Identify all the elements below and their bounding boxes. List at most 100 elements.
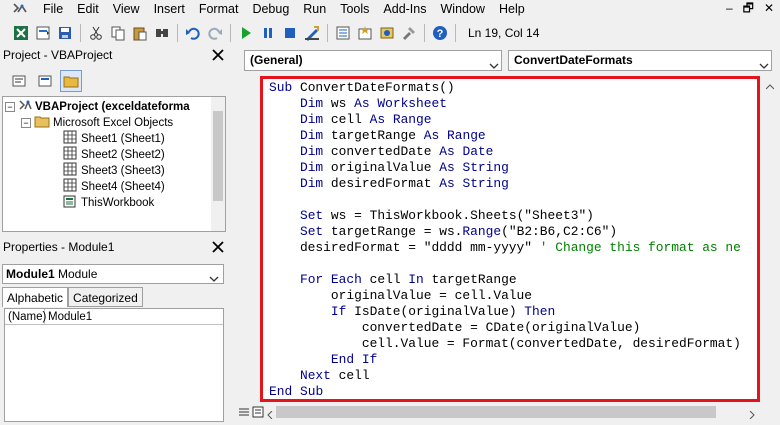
menu-add-ins[interactable]: Add-Ins bbox=[376, 0, 433, 18]
code-line[interactable]: Dim targetRange As Range bbox=[269, 128, 741, 144]
chevron-down-icon[interactable] bbox=[759, 57, 769, 69]
view-code-icon[interactable] bbox=[8, 70, 30, 92]
menu-edit[interactable]: Edit bbox=[70, 0, 106, 18]
break-icon[interactable] bbox=[257, 22, 279, 44]
menu-debug[interactable]: Debug bbox=[245, 0, 296, 18]
procedure-combo[interactable]: ConvertDateFormats bbox=[508, 50, 772, 71]
scroll-up-icon[interactable] bbox=[765, 80, 775, 90]
object-browser-icon[interactable] bbox=[376, 22, 398, 44]
save-icon[interactable] bbox=[54, 22, 76, 44]
procedure-view-icon[interactable] bbox=[238, 406, 250, 421]
code-editor[interactable]: Sub ConvertDateFormats() Dim ws As Works… bbox=[260, 76, 760, 402]
code-line[interactable]: For Each cell In targetRange bbox=[269, 272, 741, 288]
chevron-down-icon[interactable] bbox=[489, 57, 499, 69]
cut-icon[interactable] bbox=[85, 22, 107, 44]
tab-alphabetic[interactable]: Alphabetic bbox=[2, 287, 69, 307]
close-button[interactable]: ✕ bbox=[764, 0, 774, 16]
help-icon[interactable]: ? bbox=[429, 22, 451, 44]
tree-item-vbaproject[interactable]: − VBAProject (exceldateforma bbox=[5, 99, 190, 115]
svg-text:?: ? bbox=[437, 28, 444, 40]
paste-icon[interactable] bbox=[129, 22, 151, 44]
scrollbar-thumb[interactable] bbox=[213, 111, 223, 201]
toolbar-separator bbox=[327, 24, 328, 42]
reset-icon[interactable] bbox=[279, 22, 301, 44]
scrollbar-thumb[interactable] bbox=[276, 406, 716, 418]
code-lines[interactable]: Sub ConvertDateFormats() Dim ws As Works… bbox=[269, 80, 741, 399]
run-icon[interactable] bbox=[235, 22, 257, 44]
undo-icon[interactable] bbox=[182, 22, 204, 44]
code-line[interactable]: convertedDate = CDate(originalValue) bbox=[269, 320, 741, 336]
code-line[interactable]: Dim convertedDate As Date bbox=[269, 144, 741, 160]
toolbar-separator bbox=[424, 24, 425, 42]
object-combo[interactable]: (General) bbox=[244, 50, 502, 71]
tree-item-sheet4[interactable]: Sheet4 (Sheet4) bbox=[63, 178, 165, 195]
toggle-folders-icon[interactable] bbox=[60, 70, 82, 92]
tree-item-sheet1[interactable]: Sheet1 (Sheet1) bbox=[63, 130, 165, 147]
tree-item-excel-objects[interactable]: − Microsoft Excel Objects bbox=[21, 115, 173, 131]
copy-icon[interactable] bbox=[107, 22, 129, 44]
excel-view-icon[interactable] bbox=[10, 22, 32, 44]
code-line[interactable]: Next cell bbox=[269, 368, 741, 384]
code-line[interactable]: desiredFormat = "dddd mm-yyyy" ' Change … bbox=[269, 240, 741, 256]
menu-window[interactable]: Window bbox=[434, 0, 492, 18]
view-object-icon[interactable] bbox=[34, 70, 56, 92]
menu-file[interactable]: File bbox=[36, 0, 70, 18]
menu-insert[interactable]: Insert bbox=[147, 0, 192, 18]
project-pane-title-text: Project - VBAProject bbox=[3, 48, 113, 62]
code-line[interactable]: ​ bbox=[269, 192, 741, 208]
redo-icon[interactable] bbox=[204, 22, 226, 44]
project-explorer-icon[interactable] bbox=[332, 22, 354, 44]
code-line[interactable]: Set ws = ThisWorkbook.Sheets("Sheet3") bbox=[269, 208, 741, 224]
menu-view[interactable]: View bbox=[106, 0, 147, 18]
toolbox-icon[interactable] bbox=[398, 22, 420, 44]
code-line[interactable]: ​ bbox=[269, 256, 741, 272]
toolbar-separator bbox=[80, 24, 81, 42]
toolbar-separator bbox=[455, 24, 456, 42]
tree-item-label: VBAProject (exceldateforma bbox=[35, 101, 190, 113]
code-line[interactable]: Dim originalValue As String bbox=[269, 160, 741, 176]
menu-help[interactable]: Help bbox=[492, 0, 532, 18]
tree-item-sheet3[interactable]: Sheet3 (Sheet3) bbox=[63, 162, 165, 179]
scroll-right-icon[interactable] bbox=[748, 408, 756, 420]
menu-format[interactable]: Format bbox=[192, 0, 246, 18]
tree-item-thisworkbook[interactable]: ThisWorkbook bbox=[63, 195, 154, 211]
find-icon[interactable] bbox=[151, 22, 173, 44]
code-line[interactable]: Dim desiredFormat As String bbox=[269, 176, 741, 192]
code-line[interactable]: Dim ws As Worksheet bbox=[269, 96, 741, 112]
minimize-button[interactable]: – bbox=[726, 0, 733, 16]
collapse-icon[interactable]: − bbox=[21, 118, 31, 128]
code-line[interactable]: cell.Value = Format(convertedDate, desir… bbox=[269, 336, 741, 352]
tab-categorized[interactable]: Categorized bbox=[68, 287, 143, 307]
code-vertical-scrollbar[interactable] bbox=[762, 76, 778, 402]
tree-item-label: Sheet1 (Sheet1) bbox=[81, 133, 165, 145]
code-line[interactable]: End Sub bbox=[269, 384, 741, 399]
property-value[interactable]: Module1 bbox=[45, 309, 92, 324]
insert-module-icon[interactable] bbox=[32, 22, 54, 44]
chevron-down-icon[interactable] bbox=[209, 270, 219, 288]
restore-button[interactable]: 🗗 bbox=[743, 0, 754, 16]
property-row[interactable]: (Name) Module1 bbox=[5, 309, 223, 325]
scroll-left-icon[interactable] bbox=[266, 408, 274, 420]
design-mode-icon[interactable] bbox=[301, 22, 323, 44]
properties-window-icon[interactable] bbox=[354, 22, 376, 44]
code-line[interactable]: Set targetRange = ws.Range("B2:B6,C2:C6"… bbox=[269, 224, 741, 240]
full-module-view-icon[interactable] bbox=[252, 406, 264, 421]
properties-object-select[interactable]: Module1 Module bbox=[2, 264, 224, 284]
code-line[interactable]: Sub ConvertDateFormats() bbox=[269, 80, 741, 96]
collapse-icon[interactable]: − bbox=[5, 102, 15, 112]
code-line[interactable]: End If bbox=[269, 352, 741, 368]
vba-app-icon[interactable] bbox=[12, 2, 28, 16]
close-icon[interactable] bbox=[210, 47, 226, 63]
tree-item-sheet2[interactable]: Sheet2 (Sheet2) bbox=[63, 146, 165, 163]
code-line[interactable]: Dim cell As Range bbox=[269, 112, 741, 128]
code-horizontal-scrollbar[interactable] bbox=[236, 403, 764, 421]
menu-tools[interactable]: Tools bbox=[333, 0, 376, 18]
tree-item-label: Sheet2 (Sheet2) bbox=[81, 149, 165, 161]
code-line[interactable]: If IsDate(originalValue) Then bbox=[269, 304, 741, 320]
tree-item-label: Sheet3 (Sheet3) bbox=[81, 165, 165, 177]
close-icon[interactable] bbox=[210, 239, 226, 255]
code-line[interactable]: originalValue = cell.Value bbox=[269, 288, 741, 304]
object-type: Module bbox=[58, 267, 98, 281]
project-tree-scrollbar[interactable] bbox=[211, 97, 225, 231]
menu-run[interactable]: Run bbox=[296, 0, 333, 18]
